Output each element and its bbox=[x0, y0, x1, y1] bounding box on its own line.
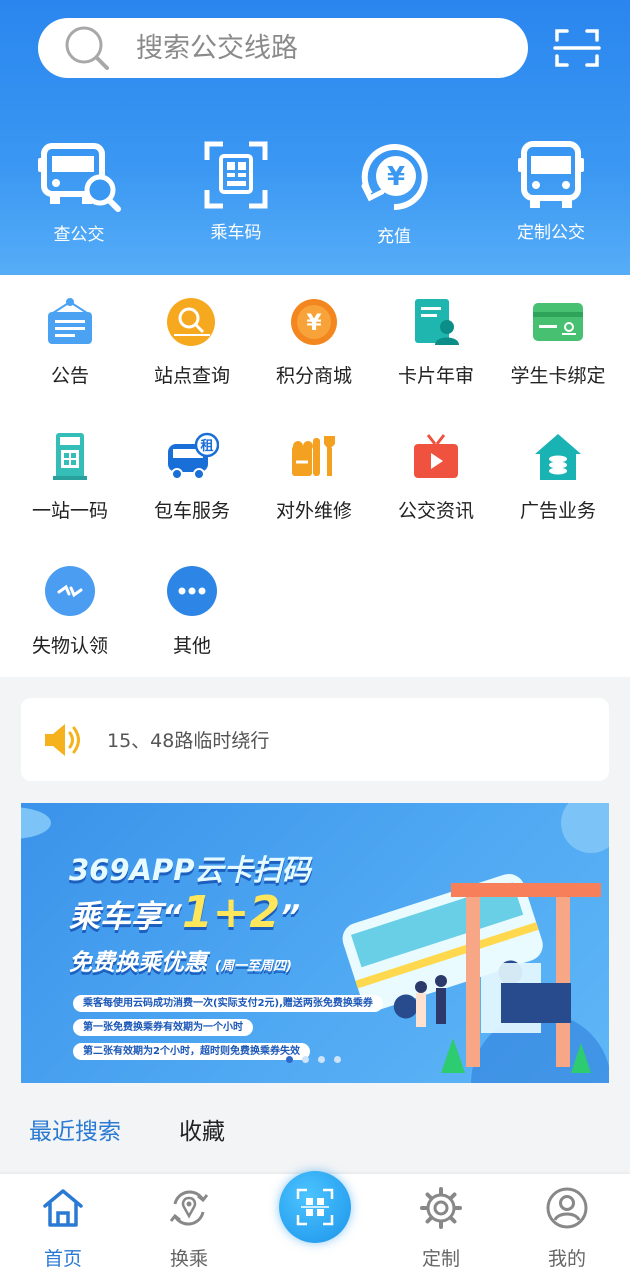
nav-scan-button[interactable] bbox=[279, 1171, 351, 1243]
more-icon bbox=[167, 566, 217, 616]
service-lost-found[interactable]: 失物认领 bbox=[8, 565, 132, 658]
service-label: 卡片年审 bbox=[397, 365, 474, 387]
qr-ride-code-icon bbox=[204, 141, 268, 209]
service-label: 广告业务 bbox=[519, 500, 596, 522]
quick-action-recharge[interactable]: ¥ 充值 bbox=[334, 140, 454, 247]
nav-label: 首页 bbox=[43, 1248, 82, 1270]
service-label: 公告 bbox=[50, 365, 89, 387]
carousel-dot[interactable] bbox=[318, 1056, 325, 1063]
charter-bus-icon: 租 bbox=[168, 432, 219, 480]
service-ad-business[interactable]: 广告业务 bbox=[496, 432, 620, 523]
nav-home[interactable]: 首页 bbox=[18, 1186, 108, 1271]
carousel-dots[interactable] bbox=[286, 1056, 341, 1063]
bus-news-icon bbox=[414, 434, 458, 478]
banner-line3-main: 免费换乘优惠 bbox=[69, 950, 207, 976]
card-review-icon bbox=[415, 299, 459, 345]
service-station-query[interactable]: 站点查询 bbox=[130, 297, 254, 388]
banner-rule-2: 第一张免费换乘券有效期为一个小时 bbox=[73, 1019, 253, 1036]
search-tabs: 最近搜索 收藏 bbox=[0, 1083, 630, 1173]
notice-bar[interactable]: 15、48路临时绕行 bbox=[21, 698, 609, 781]
quick-label: 定制公交 bbox=[517, 223, 585, 243]
svg-text:¥: ¥ bbox=[306, 311, 322, 336]
banner-line2: 乘车享“1+2” bbox=[69, 887, 300, 938]
speaker-icon bbox=[45, 723, 80, 756]
student-card-icon bbox=[533, 303, 583, 341]
search-input[interactable] bbox=[136, 32, 476, 64]
banner-line2a: 乘车享“ bbox=[69, 899, 182, 935]
service-more[interactable]: 其他 bbox=[130, 565, 254, 658]
service-repair[interactable]: 对外维修 bbox=[252, 432, 376, 523]
search-bar[interactable] bbox=[38, 18, 528, 78]
nav-label: 换乘 bbox=[169, 1248, 208, 1270]
yuan-recharge-icon: ¥ bbox=[361, 144, 428, 211]
quick-label: 查公交 bbox=[53, 225, 105, 245]
station-code-icon bbox=[53, 433, 87, 480]
announcement-icon bbox=[48, 298, 92, 344]
notice-text: 15、48路临时绕行 bbox=[107, 730, 270, 752]
ad-business-icon bbox=[535, 434, 581, 480]
header: 查公交 乘车码 ¥ 充值 bbox=[0, 0, 630, 275]
tab-favorites[interactable]: 收藏 bbox=[179, 1112, 225, 1146]
home-icon bbox=[43, 1189, 83, 1227]
carousel-dot[interactable] bbox=[302, 1056, 309, 1063]
station-query-icon bbox=[167, 298, 215, 346]
service-label: 失物认领 bbox=[31, 635, 108, 657]
points-mall-icon: ¥ bbox=[291, 299, 337, 345]
search-icon bbox=[65, 26, 109, 70]
profile-icon bbox=[546, 1187, 588, 1229]
service-bus-news[interactable]: 公交资讯 bbox=[374, 432, 498, 523]
promo-banner[interactable]: 369APP云卡扫码 乘车享“1+2” 免费换乘优惠 (周一至周四) 乘客每使用… bbox=[21, 803, 609, 1083]
service-label: 对外维修 bbox=[275, 500, 352, 522]
custom-bus-icon bbox=[518, 141, 584, 208]
service-label: 公交资讯 bbox=[397, 500, 474, 522]
service-charter-bus[interactable]: 租 包车服务 bbox=[130, 432, 254, 523]
service-card-review[interactable]: 卡片年审 bbox=[374, 297, 498, 388]
banner-rule-1: 乘客每使用云码成功消费一次(实际支付2元),赠送两张免费换乘券 bbox=[73, 995, 383, 1012]
nav-profile[interactable]: 我的 bbox=[522, 1186, 612, 1271]
service-label: 学生卡绑定 bbox=[510, 365, 606, 387]
quick-action-bus-search[interactable]: 查公交 bbox=[19, 140, 139, 245]
quick-action-custom-bus[interactable]: 定制公交 bbox=[491, 140, 611, 243]
quick-label: 乘车码 bbox=[210, 223, 262, 243]
nav-transfer[interactable]: 换乘 bbox=[144, 1186, 234, 1271]
service-station-code[interactable]: 一站一码 bbox=[8, 432, 132, 523]
nav-label: 定制 bbox=[421, 1248, 460, 1270]
banner-line3-note: (周一至周四) bbox=[215, 959, 292, 974]
scan-qr-icon bbox=[296, 1188, 334, 1226]
nav-custom[interactable]: 定制 bbox=[396, 1186, 486, 1271]
banner-rule-3: 第二张有效期为2个小时，超时则免费换乘券失效 bbox=[73, 1043, 310, 1060]
service-label: 一站一码 bbox=[31, 500, 108, 522]
banner-line2c: ” bbox=[280, 899, 301, 935]
banner-line3: 免费换乘优惠 (周一至周四) bbox=[69, 943, 292, 977]
banner-line1: 369APP云卡扫码 bbox=[69, 853, 311, 887]
svg-text:租: 租 bbox=[200, 439, 213, 454]
service-label: 站点查询 bbox=[153, 365, 230, 387]
tab-recent-search[interactable]: 最近搜索 bbox=[29, 1112, 121, 1146]
carousel-dot[interactable] bbox=[286, 1056, 293, 1063]
svg-text:¥: ¥ bbox=[387, 162, 405, 192]
service-label: 其他 bbox=[172, 635, 211, 657]
bus-search-icon bbox=[38, 143, 121, 212]
bottom-nav: 首页 换乘 定制 我的 bbox=[0, 1171, 630, 1280]
repair-icon bbox=[292, 436, 335, 476]
transfer-icon bbox=[169, 1190, 209, 1226]
banner-line2b: 1+2 bbox=[181, 887, 281, 938]
service-grid: 公告 站点查询 ¥ 积分商城 卡片年审 学生卡绑定 一站一码 租 包车服务 对外… bbox=[0, 275, 630, 677]
carousel-dot[interactable] bbox=[334, 1056, 341, 1063]
quick-action-ride-code[interactable]: 乘车码 bbox=[176, 140, 296, 243]
service-label: 积分商城 bbox=[275, 365, 352, 387]
service-announcement[interactable]: 公告 bbox=[8, 297, 132, 388]
scan-icon[interactable] bbox=[553, 26, 601, 70]
quick-label: 充值 bbox=[377, 227, 411, 247]
lost-found-icon bbox=[45, 566, 95, 616]
service-points-mall[interactable]: ¥ 积分商城 bbox=[252, 297, 376, 388]
service-label: 包车服务 bbox=[153, 500, 230, 522]
custom-gear-icon bbox=[420, 1187, 462, 1229]
service-student-card[interactable]: 学生卡绑定 bbox=[496, 297, 620, 388]
nav-label: 我的 bbox=[547, 1248, 586, 1270]
